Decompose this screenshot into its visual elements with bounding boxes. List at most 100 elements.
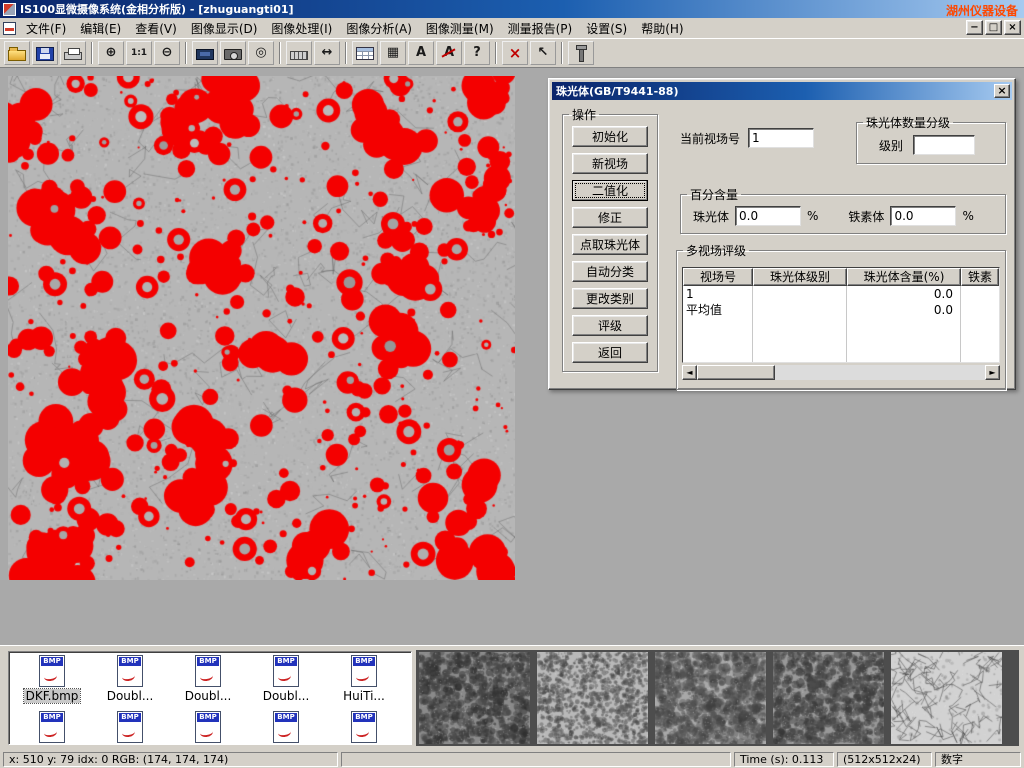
document-icon [3, 22, 16, 35]
delete-marker-icon[interactable]: × [502, 41, 528, 65]
menu-bar: 文件(F)编辑(E)查看(V)图像显示(D)图像处理(I)图像分析(A)图像测量… [0, 18, 1024, 39]
file-row: BMPDKF.bmpBMPDoubl...BMPDoubl...BMPDoubl… [13, 655, 411, 711]
thumbnail-2[interactable] [537, 652, 648, 744]
new-field-button[interactable]: 新视场 [572, 153, 648, 174]
pearlite-percent-input[interactable] [735, 206, 801, 226]
table-hscrollbar[interactable]: ◄ ► [682, 365, 1000, 380]
menu-item-7[interactable]: 图像测量(M) [419, 18, 501, 39]
caliper-icon[interactable] [286, 41, 312, 65]
table-header-2[interactable]: 珠光体级别 [753, 268, 847, 286]
caliper-icon [290, 51, 308, 60]
save-icon [36, 47, 54, 61]
help-icon[interactable]: ? [464, 41, 490, 65]
grid-icon[interactable]: ▦ [380, 41, 406, 65]
target-icon[interactable]: ◎ [248, 41, 274, 65]
file-item-partial[interactable]: BMP [169, 711, 247, 743]
video-capture-icon[interactable] [192, 41, 218, 65]
actual-size-icon[interactable]: 1:1 [126, 41, 152, 65]
multi-field-legend: 多视场评级 [683, 242, 749, 259]
close-button[interactable]: × [1004, 20, 1021, 35]
level-input[interactable] [913, 135, 975, 155]
scroll-left-button[interactable]: ◄ [682, 365, 697, 380]
micrometer-icon [572, 45, 590, 61]
operation-buttons: 初始化新视场二值化修正点取珠光体自动分类更改类别评级返回 [563, 123, 657, 363]
open-icon[interactable] [4, 41, 30, 65]
thumbnail-1[interactable] [419, 652, 530, 744]
file-item-partial[interactable]: BMP [91, 711, 169, 743]
toolbar-separator [345, 42, 347, 64]
context-help-icon[interactable]: ↖ [530, 41, 556, 65]
menu-item-5[interactable]: 图像处理(I) [264, 18, 339, 39]
ferrite-percent-input[interactable] [890, 206, 956, 226]
print-icon [64, 52, 82, 60]
table-cell [961, 302, 999, 318]
results-table[interactable]: 视场号珠光体级别珠光体含量(%)铁素 10.0平均值0.0 [682, 267, 1000, 363]
menu-item-8[interactable]: 测量报告(P) [501, 18, 580, 39]
table-header-row: 视场号珠光体级别珠光体含量(%)铁素 [683, 268, 999, 286]
zoom-out-icon[interactable]: ⊖ [154, 41, 180, 65]
table-row[interactable]: 10.0 [683, 286, 999, 302]
text-delete-icon[interactable]: A [436, 41, 462, 65]
menu-item-2[interactable]: 编辑(E) [73, 18, 128, 39]
menu-item-1[interactable]: 文件(F) [19, 18, 73, 39]
auto-classify-button[interactable]: 自动分类 [572, 261, 648, 282]
change-class-button[interactable]: 更改类别 [572, 288, 648, 309]
file-item-partial[interactable]: BMP [247, 711, 325, 743]
report-table-icon[interactable] [352, 41, 378, 65]
menu-item-3[interactable]: 查看(V) [128, 18, 184, 39]
table-row[interactable]: 平均值0.0 [683, 302, 999, 318]
menu-item-6[interactable]: 图像分析(A) [339, 18, 419, 39]
percent-sign: % [807, 209, 818, 223]
dialog-close-button[interactable]: × [994, 84, 1010, 98]
file-item-DKF.bmp[interactable]: BMPDKF.bmp [13, 655, 91, 703]
current-field-input[interactable] [748, 128, 814, 148]
grade-button[interactable]: 评级 [572, 315, 648, 336]
thumbnail-3[interactable] [655, 652, 766, 744]
file-item-Doubl...[interactable]: BMPDoubl... [91, 655, 169, 703]
file-item-partial[interactable]: BMP [13, 711, 91, 743]
dialog-title-bar[interactable]: 珠光体(GB/T9441-88) × [552, 82, 1012, 100]
correct-button[interactable]: 修正 [572, 207, 648, 228]
micrometer-icon[interactable] [568, 41, 594, 65]
bmp-file-icon: BMP [39, 711, 65, 743]
text-label-icon: A [412, 45, 430, 61]
file-name: HuiTi... [341, 689, 387, 703]
multi-field-group: 多视场评级 视场号珠光体级别珠光体含量(%)铁素 10.0平均值0.0 ◄ ► [676, 242, 1006, 390]
menu-item-10[interactable]: 帮助(H) [634, 18, 690, 39]
workspace: 珠光体(GB/T9441-88) × 操作 初始化新视场二值化修正点取珠光体自动… [0, 68, 1024, 645]
file-item-HuiTi...[interactable]: BMP HuiTi... [325, 655, 403, 703]
file-item-partial[interactable]: BMP [325, 711, 403, 743]
actual-size-icon: 1:1 [130, 45, 148, 61]
binarize-button[interactable]: 二值化 [572, 180, 648, 201]
thumbnail-5[interactable] [891, 652, 1002, 744]
text-label-icon[interactable]: A [408, 41, 434, 65]
dialog-body: 操作 初始化新视场二值化修正点取珠光体自动分类更改类别评级返回 当前视场号 珠光… [552, 100, 1012, 386]
restore-button[interactable]: □ [985, 20, 1002, 35]
minimize-button[interactable]: − [966, 20, 983, 35]
camera-icon[interactable] [220, 41, 246, 65]
save-icon[interactable] [32, 41, 58, 65]
file-list[interactable]: BMPDKF.bmpBMPDoubl...BMPDoubl...BMPDoubl… [8, 651, 412, 745]
return-button[interactable]: 返回 [572, 342, 648, 363]
image-size-readout: (512x512x24) [837, 752, 932, 767]
scroll-right-button[interactable]: ► [985, 365, 1000, 380]
table-header-4[interactable]: 铁素 [961, 268, 999, 286]
file-item-Doubl...[interactable]: BMPDoubl... [247, 655, 325, 703]
menu-item-4[interactable]: 图像显示(D) [184, 18, 265, 39]
thumbnail-4[interactable] [773, 652, 884, 744]
bmp-file-icon: BMP [351, 655, 377, 687]
pick-pearlite-button[interactable]: 点取珠光体 [572, 234, 648, 255]
toolbar-separator [279, 42, 281, 64]
table-header-1[interactable]: 视场号 [683, 268, 753, 286]
zoom-in-icon[interactable]: ⊕ [98, 41, 124, 65]
scrollbar-thumb[interactable] [697, 365, 775, 380]
status-bar: x: 510 y: 79 idx: 0 RGB: (174, 174, 174)… [0, 750, 1024, 768]
file-item-Doubl...[interactable]: BMPDoubl... [169, 655, 247, 703]
init-button[interactable]: 初始化 [572, 126, 648, 147]
menu-item-9[interactable]: 设置(S) [579, 18, 634, 39]
print-icon[interactable] [60, 41, 86, 65]
measure-icon[interactable]: ↔ [314, 41, 340, 65]
metallographic-image[interactable] [8, 76, 515, 580]
file-name: Doubl... [261, 689, 312, 703]
table-header-3[interactable]: 珠光体含量(%) [847, 268, 961, 286]
